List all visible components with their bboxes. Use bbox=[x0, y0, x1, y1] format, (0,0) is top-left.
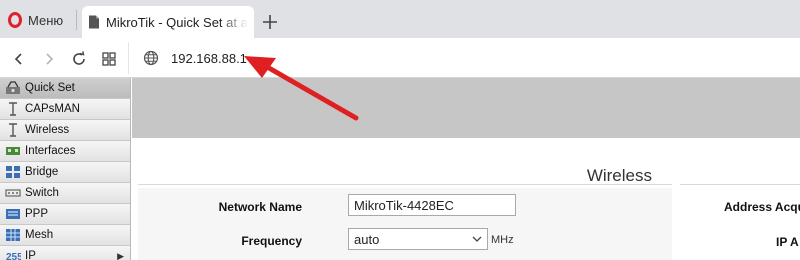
reload-icon bbox=[73, 51, 85, 65]
header-banner bbox=[132, 78, 800, 138]
sidebar-item-label: Switch bbox=[25, 187, 59, 199]
sidebar-item-label: Interfaces bbox=[25, 145, 76, 157]
plus-icon bbox=[263, 15, 277, 29]
sidebar-item-quick-set[interactable]: Quick Set bbox=[0, 78, 130, 99]
section-divider bbox=[680, 184, 800, 185]
browser-tab-active[interactable]: MikroTik - Quick Set at admin@192.168.88… bbox=[82, 6, 254, 38]
sidebar-item-interfaces[interactable]: Interfaces bbox=[0, 141, 130, 162]
sidebar-item-ppp[interactable]: PPP bbox=[0, 204, 130, 225]
browser-toolbar bbox=[0, 38, 800, 78]
network-name-input[interactable] bbox=[348, 194, 516, 216]
submenu-arrow-icon: ▶ bbox=[117, 251, 124, 260]
opera-menu-button[interactable]: Меню bbox=[8, 10, 63, 30]
address-acquisition-label: Address Acqu bbox=[724, 200, 800, 214]
back-button[interactable] bbox=[8, 48, 30, 70]
svg-text:255: 255 bbox=[6, 252, 21, 260]
frequency-value: auto bbox=[354, 231, 380, 247]
sidebar-item-mesh[interactable]: Mesh bbox=[0, 225, 130, 246]
chevron-down-icon bbox=[472, 236, 482, 242]
tab-divider bbox=[76, 10, 77, 30]
sidebar-menu: Quick Set CAPsMAN Wireless Interfaces Br… bbox=[0, 78, 131, 260]
sidebar-item-capsman[interactable]: CAPsMAN bbox=[0, 99, 130, 120]
sidebar-item-label: CAPsMAN bbox=[25, 103, 80, 115]
forward-arrow-icon bbox=[46, 53, 54, 65]
back-arrow-icon bbox=[14, 53, 22, 65]
opera-menu-label: Меню bbox=[28, 12, 64, 28]
sidebar-item-label: Quick Set bbox=[25, 82, 75, 94]
ip-icon: 255 bbox=[5, 249, 21, 260]
switch-icon bbox=[5, 186, 21, 200]
capsman-antenna-icon bbox=[5, 102, 21, 116]
new-tab-button[interactable] bbox=[260, 12, 280, 32]
bridge-icon bbox=[5, 165, 21, 179]
sidebar-item-ip[interactable]: 255 IP ▶ bbox=[0, 246, 130, 260]
sidebar-item-bridge[interactable]: Bridge bbox=[0, 162, 130, 183]
forward-button[interactable] bbox=[38, 48, 60, 70]
opera-logo-icon bbox=[8, 12, 22, 28]
sidebar-item-label: Bridge bbox=[25, 166, 59, 178]
globe-icon bbox=[143, 50, 159, 66]
section-title: Wireless bbox=[586, 166, 652, 185]
sidebar-item-label: IP bbox=[25, 250, 36, 260]
ip-address-label: IP A bbox=[776, 235, 799, 249]
sidebar-item-switch[interactable]: Switch bbox=[0, 183, 130, 204]
frequency-select[interactable]: auto bbox=[348, 228, 488, 250]
ppp-icon bbox=[5, 207, 21, 221]
wireless-antenna-icon bbox=[5, 123, 21, 137]
frequency-unit: MHz bbox=[491, 234, 514, 246]
grid-icon bbox=[102, 52, 116, 66]
frequency-label: Frequency bbox=[241, 234, 302, 248]
sidebar-item-label: Mesh bbox=[25, 229, 54, 241]
sidebar-item-wireless[interactable]: Wireless bbox=[0, 120, 130, 141]
browser-tab-strip: Меню MikroTik - Quick Set at admin@192.1… bbox=[0, 0, 800, 38]
address-bar[interactable] bbox=[128, 42, 800, 74]
quick-set-icon bbox=[5, 81, 21, 95]
sidebar-item-label: Wireless bbox=[25, 124, 70, 136]
sidebar-item-label: PPP bbox=[25, 208, 49, 220]
network-name-label: Network Name bbox=[218, 200, 302, 214]
quick-set-content: Wireless Network Name Frequency auto MHz… bbox=[132, 138, 800, 260]
address-input[interactable] bbox=[171, 50, 571, 66]
mesh-icon bbox=[5, 228, 21, 242]
tab-title: MikroTik - Quick Set at admin@192.168.88… bbox=[106, 14, 248, 30]
interfaces-icon bbox=[5, 144, 21, 158]
reload-button[interactable] bbox=[68, 48, 90, 70]
speed-dial-button[interactable] bbox=[98, 48, 120, 70]
page-icon bbox=[88, 15, 100, 29]
section-divider bbox=[138, 184, 672, 185]
